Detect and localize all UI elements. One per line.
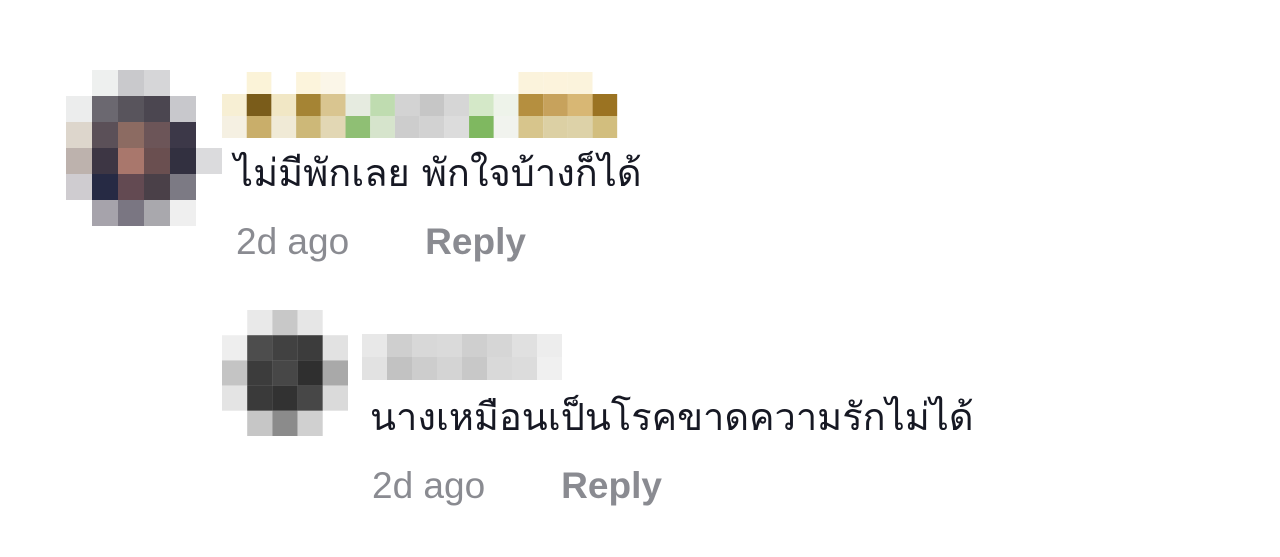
timestamp: 2d ago [236, 221, 350, 262]
username-blurred[interactable] [222, 72, 642, 138]
reply-button[interactable]: Reply [561, 464, 662, 508]
comment-meta: 2d ago Reply [372, 464, 662, 508]
comment-text: ไม่มีพักเลย พักใจบ้างก็ได้ [234, 151, 642, 195]
username-blurred[interactable] [362, 334, 562, 380]
timestamp: 2d ago [372, 465, 486, 506]
reply-button[interactable]: Reply [425, 220, 526, 264]
avatar[interactable] [222, 310, 348, 436]
comment-meta: 2d ago Reply [236, 220, 526, 264]
avatar[interactable] [66, 70, 222, 226]
comment-text: นางเหมือนเป็นโรคขาดความรักไม่ได้ [370, 395, 974, 439]
